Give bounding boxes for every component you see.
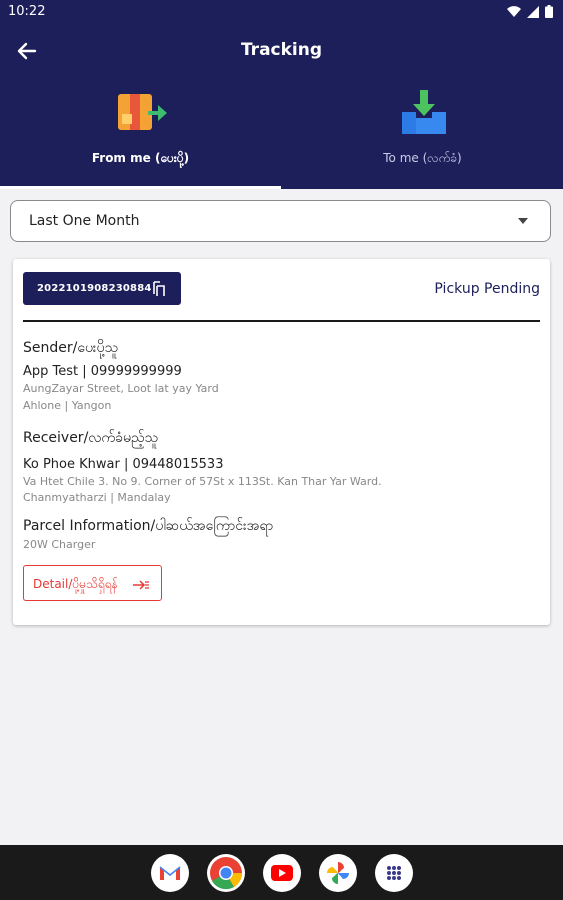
tracking-number-button[interactable]: 2022101908230884 bbox=[23, 272, 181, 305]
system-dock bbox=[0, 845, 563, 900]
sender-area: Ahlone | Yangon bbox=[23, 399, 112, 412]
tab-to-me[interactable]: To me (လက်ခံ) bbox=[282, 82, 563, 188]
status-bar: 10:22 bbox=[0, 0, 563, 24]
tab-from-me[interactable]: From me (ပေးပို့) bbox=[0, 82, 281, 188]
page-title: Tracking bbox=[240, 40, 323, 60]
chrome-icon[interactable] bbox=[207, 854, 245, 892]
sender-title: Sender/ပေးပို့သူ bbox=[23, 340, 119, 356]
photos-icon[interactable] bbox=[319, 854, 357, 892]
app-drawer-icon[interactable] bbox=[375, 854, 413, 892]
tab-from-me-label: From me (ပေးပို့) bbox=[91, 151, 190, 165]
signal-icon bbox=[527, 5, 539, 18]
dropdown-caret-icon bbox=[518, 218, 528, 224]
sender-street: AungZayar Street, Loot lat yay Yard bbox=[23, 382, 219, 395]
status-time: 10:22 bbox=[8, 4, 46, 19]
date-range-value: Last One Month bbox=[29, 213, 140, 229]
receiver-title: Receiver/လက်ခံမည့်သူ bbox=[23, 430, 159, 446]
receiver-area: Chanmyatharzi | Mandalay bbox=[23, 491, 171, 504]
active-tab-indicator bbox=[0, 186, 281, 189]
tracking-number: 2022101908230884 bbox=[37, 283, 152, 294]
sender-name-phone: App Test | 09999999999 bbox=[23, 364, 182, 379]
parcel-card[interactable]: 2022101908230884 Pickup Pending Sender/ပ… bbox=[13, 259, 550, 625]
app-header: Tracking From me (ပေးပို့) To me (လက်ခံ) bbox=[0, 24, 563, 189]
tab-to-me-label: To me (လက်ခံ) bbox=[383, 151, 462, 165]
parcel-info-title: Parcel Information/ပါဆယ်အကြောင်းအရာ bbox=[23, 518, 274, 534]
send-parcel-icon bbox=[118, 94, 167, 130]
youtube-icon[interactable] bbox=[263, 854, 301, 892]
wifi-icon bbox=[507, 5, 521, 17]
receiver-street: Va Htet Chile 3. No 9. Corner of 57St x … bbox=[23, 475, 382, 488]
receive-parcel-icon bbox=[402, 90, 446, 134]
parcel-status: Pickup Pending bbox=[434, 281, 540, 297]
card-divider bbox=[23, 320, 540, 322]
date-range-dropdown[interactable]: Last One Month bbox=[10, 200, 551, 242]
copy-icon[interactable] bbox=[151, 280, 167, 297]
battery-icon bbox=[545, 5, 553, 18]
parcel-item: 20W Charger bbox=[23, 538, 96, 551]
detail-button-label: Detail/ပို့မှုသိရှိရန် bbox=[33, 577, 118, 591]
status-icons bbox=[507, 5, 553, 18]
receiver-name-phone: Ko Phoe Khwar | 09448015533 bbox=[23, 457, 224, 472]
arrow-right-icon bbox=[133, 580, 149, 590]
detail-button[interactable]: Detail/ပို့မှုသိရှိရန် bbox=[23, 565, 162, 601]
gmail-icon[interactable] bbox=[151, 854, 189, 892]
